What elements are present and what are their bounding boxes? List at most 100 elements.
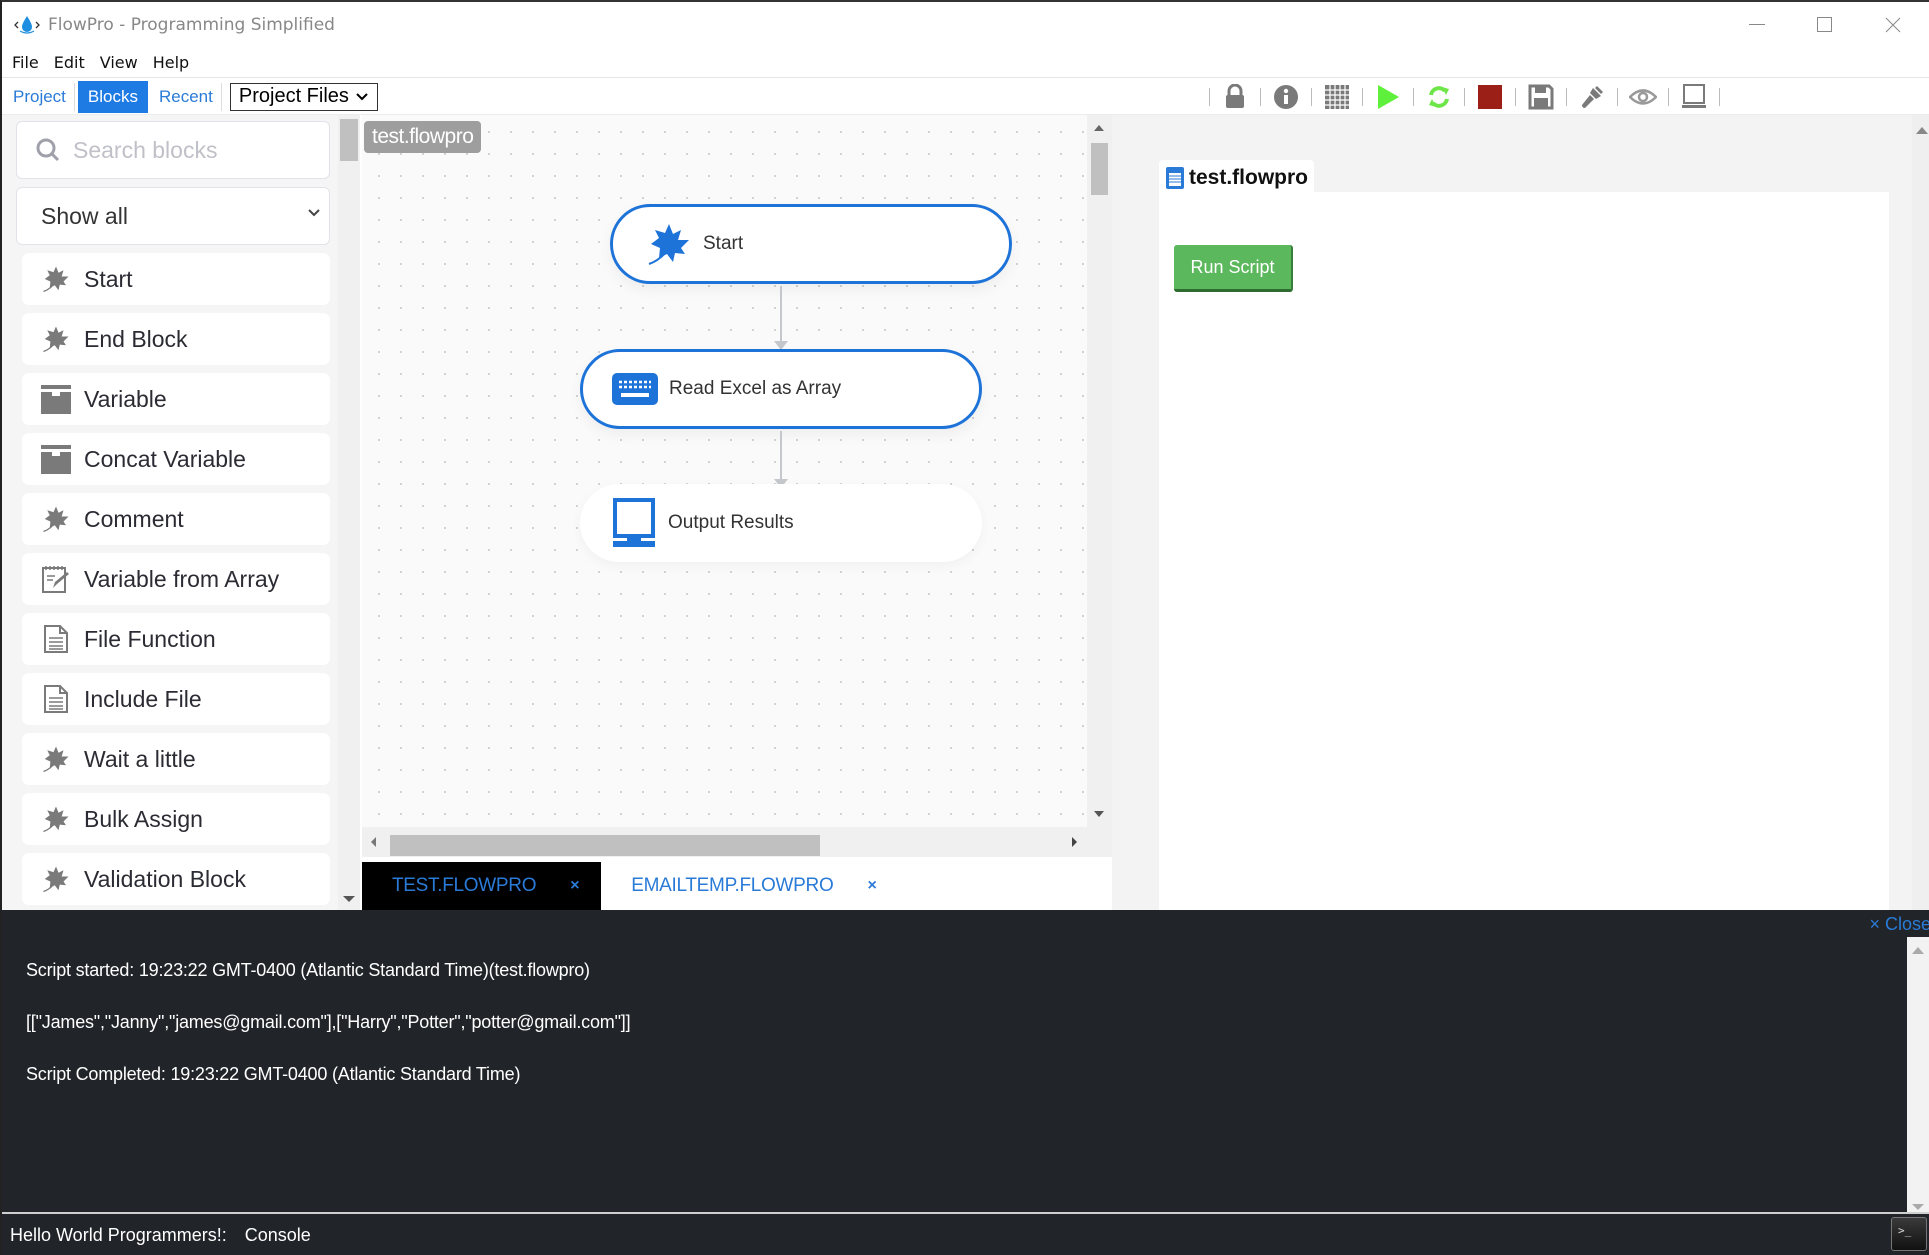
monitor-icon <box>1682 84 1706 108</box>
block-item-include-file[interactable]: Include File <box>22 673 330 725</box>
preview-button[interactable] <box>1629 83 1657 111</box>
minimize-icon <box>1749 24 1765 25</box>
console-close-button[interactable]: × Close <box>1869 914 1929 935</box>
project-files-select[interactable]: Project Files <box>229 82 378 111</box>
menu-file[interactable]: File <box>12 53 39 72</box>
scroll-up-arrow-icon[interactable] <box>1094 125 1104 131</box>
maximize-button[interactable] <box>1791 2 1859 48</box>
box-icon <box>40 443 72 475</box>
sidebar-scrollbar[interactable] <box>338 115 360 910</box>
status-bar: Hello World Programmers!: Console <box>2 1212 1929 1255</box>
close-tab-icon[interactable]: × <box>867 877 876 895</box>
flow-node-read-excel[interactable]: Read Excel as Array <box>580 349 982 429</box>
block-item-validation-block[interactable]: Validation Block <box>22 853 330 905</box>
toolbar-divider <box>1464 88 1465 106</box>
flow-node-start[interactable]: Start <box>610 204 1012 284</box>
console-panel: × Close Script started: 19:23:22 GMT-040… <box>2 910 1929 1212</box>
menu-edit[interactable]: Edit <box>54 53 85 72</box>
scroll-down-arrow-icon[interactable] <box>1094 811 1104 817</box>
node-label: Output Results <box>668 512 794 533</box>
sidebar-scroll-thumb[interactable] <box>340 119 358 161</box>
document-icon <box>40 683 72 715</box>
refresh-button[interactable] <box>1425 83 1453 111</box>
canvas-horizontal-scrollbar[interactable] <box>362 827 1112 857</box>
block-item-label: File Function <box>84 625 216 652</box>
preview-tab[interactable]: test.flowpro <box>1159 160 1314 194</box>
chevron-down-icon <box>356 92 368 100</box>
close-icon <box>1885 17 1901 33</box>
scroll-up-arrow-icon[interactable] <box>1916 127 1928 134</box>
block-item-end-block[interactable]: End Block <box>22 313 330 365</box>
search-placeholder: Search blocks <box>73 136 218 163</box>
search-icon <box>36 138 60 162</box>
document-icon <box>1166 167 1184 189</box>
block-item-bulk-assign[interactable]: Bulk Assign <box>22 793 330 845</box>
scroll-right-arrow-icon[interactable] <box>1072 837 1077 847</box>
refresh-icon <box>1429 86 1449 108</box>
tab-blocks[interactable]: Blocks <box>77 80 148 113</box>
flow-canvas[interactable]: test.flowpro Start Read Excel as Array O… <box>362 115 1087 827</box>
block-item-label: Concat Variable <box>84 445 246 472</box>
console-line: [["James","Janny","james@gmail.com"],["H… <box>26 1012 631 1032</box>
search-blocks-input[interactable]: Search blocks <box>16 121 330 179</box>
block-item-concat-variable[interactable]: Concat Variable <box>22 433 330 485</box>
connector-line <box>780 286 782 344</box>
preview-scrollbar[interactable] <box>1912 115 1929 910</box>
tab-project[interactable]: Project <box>5 82 75 111</box>
close-tab-icon[interactable]: × <box>570 877 579 895</box>
toolbar-divider <box>1617 88 1618 106</box>
menu-view[interactable]: View <box>100 53 138 72</box>
minimize-button[interactable] <box>1723 2 1791 48</box>
monitor-button[interactable] <box>1680 83 1708 111</box>
menu-bar: File Edit View Help <box>2 48 1929 78</box>
brush-button[interactable] <box>1578 83 1606 111</box>
run-script-button[interactable]: Run Script <box>1174 245 1293 292</box>
canvas-hscroll-thumb[interactable] <box>390 835 820 856</box>
project-files-label: Project Files <box>238 85 349 107</box>
blocks-sidebar: Search blocks Show all Start End Block Var… <box>2 115 338 910</box>
file-tab-emailtemp[interactable]: EMAILTEMP.FLOWPRO × <box>601 862 898 910</box>
lock-button[interactable] <box>1221 83 1249 111</box>
flow-node-output-results[interactable]: Output Results <box>580 484 982 562</box>
block-item-label: Validation Block <box>84 865 246 892</box>
block-item-variable[interactable]: Variable <box>22 373 330 425</box>
file-tabs: TEST.FLOWPRO × EMAILTEMP.FLOWPRO × <box>362 862 1112 910</box>
tab-recent[interactable]: Recent <box>151 82 222 111</box>
block-item-comment[interactable]: Comment <box>22 493 330 545</box>
block-item-start[interactable]: Start <box>22 253 330 305</box>
scroll-left-arrow-icon[interactable] <box>371 837 376 847</box>
grid-button[interactable] <box>1323 83 1351 111</box>
leaf-icon <box>645 220 693 268</box>
scroll-down-arrow-icon[interactable] <box>343 896 355 902</box>
stop-button[interactable] <box>1476 83 1504 111</box>
close-window-button[interactable] <box>1859 2 1927 48</box>
scroll-up-arrow-icon[interactable] <box>1912 947 1924 954</box>
preview-content: Run Script <box>1159 192 1889 910</box>
terminal-button[interactable]: >_ <box>1891 1217 1927 1251</box>
save-button[interactable] <box>1527 83 1555 111</box>
block-item-label: End Block <box>84 325 188 352</box>
maximize-icon <box>1817 17 1832 32</box>
flowpro-logo-icon <box>14 16 40 34</box>
run-button[interactable] <box>1374 83 1402 111</box>
console-label[interactable]: Console <box>245 1225 311 1246</box>
menu-help[interactable]: Help <box>153 53 189 72</box>
console-scrollbar[interactable] <box>1907 937 1929 1212</box>
info-button[interactable] <box>1272 83 1300 111</box>
block-item-file-function[interactable]: File Function <box>22 613 330 665</box>
toolbar-divider <box>1719 88 1720 106</box>
eye-icon <box>1629 89 1657 105</box>
keyboard-icon <box>611 365 659 413</box>
canvas-vertical-scrollbar[interactable] <box>1087 115 1112 827</box>
brush-icon <box>1582 86 1603 108</box>
toolbar-divider <box>1668 88 1669 106</box>
canvas-vscroll-thumb[interactable] <box>1091 143 1108 195</box>
scroll-down-arrow-icon[interactable] <box>1912 1204 1924 1210</box>
toolbar-divider <box>1515 88 1516 106</box>
block-filter-select[interactable]: Show all <box>16 187 330 245</box>
console-line: Script Completed: 19:23:22 GMT-0400 (Atl… <box>26 1064 521 1084</box>
block-item-variable-from-array[interactable]: Variable from Array <box>22 553 330 605</box>
block-item-wait-a-little[interactable]: Wait a little <box>22 733 330 785</box>
file-tab-test[interactable]: TEST.FLOWPRO × <box>362 862 602 910</box>
preview-panel: test.flowpro Run Script <box>1112 115 1912 910</box>
